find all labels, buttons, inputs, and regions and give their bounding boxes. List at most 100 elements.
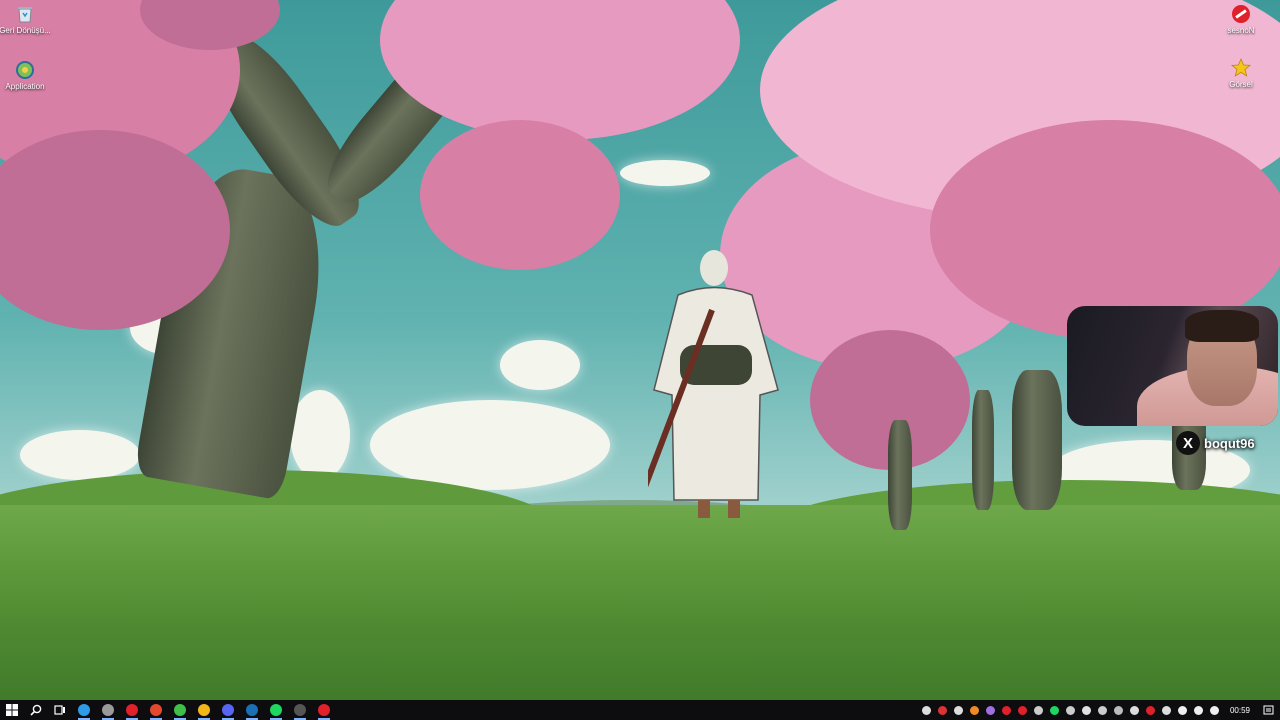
shield-icon — [938, 705, 948, 715]
app-tray-icon-4-tray-button[interactable] — [1128, 703, 1142, 717]
samurai-figure — [648, 250, 779, 518]
wallpaper-meadow — [0, 505, 1280, 700]
steam-tray-icon — [1098, 705, 1108, 715]
red-tray-tray-button[interactable] — [1144, 703, 1158, 717]
notification-button[interactable] — [1258, 700, 1278, 720]
webcam-hair — [1185, 310, 1259, 342]
application-icon — [16, 61, 34, 79]
red-tray-icon — [1146, 705, 1156, 715]
desktop-icon-recycle-bin[interactable]: Geri Dönüşü... — [0, 4, 51, 35]
app-button-4[interactable] — [288, 700, 312, 720]
red-icon — [1002, 705, 1012, 715]
desktop-icon-gorsel[interactable]: Görsel — [1215, 58, 1267, 89]
headset-icon — [922, 705, 932, 715]
webcam-overlay — [1067, 306, 1278, 426]
wallpaper-cloud — [20, 430, 140, 480]
no-sign-icon — [1232, 5, 1250, 23]
mic-icon — [1178, 705, 1188, 715]
circle-icon — [102, 704, 114, 716]
search-button[interactable] — [24, 700, 48, 720]
desktop-icon-label: Application — [5, 82, 45, 91]
green-app-icon — [174, 704, 186, 716]
copy-tray-button[interactable] — [1160, 703, 1174, 717]
app-button-2[interactable] — [144, 700, 168, 720]
taskbar-pinned-apps — [0, 700, 72, 720]
wallpaper-cloud — [370, 400, 610, 490]
discord-button[interactable] — [216, 700, 240, 720]
taskbar-app-list — [72, 700, 336, 720]
app-button-1[interactable] — [96, 700, 120, 720]
red-square-icon — [1018, 705, 1028, 715]
opera-button[interactable] — [120, 700, 144, 720]
spotify-tray-tray-button[interactable] — [1048, 703, 1062, 717]
tray-icons — [920, 703, 1222, 717]
app-tray-icon-3 — [1114, 705, 1124, 715]
notification-icon — [1263, 705, 1273, 714]
app-button-3[interactable] — [168, 700, 192, 720]
app-tray-icon — [1066, 705, 1076, 715]
chrome-button[interactable] — [192, 700, 216, 720]
taskbar-clock[interactable]: 00:59 — [1224, 706, 1256, 715]
gamepad-icon — [1034, 705, 1044, 715]
search-icon — [30, 704, 42, 716]
volume-tray-button[interactable] — [1208, 703, 1222, 717]
wallpaper-cloud — [290, 390, 350, 480]
red-square-tray-button[interactable] — [1016, 703, 1030, 717]
opera-icon — [126, 704, 138, 716]
edge-button[interactable] — [72, 700, 96, 720]
app-tray-icon-4 — [1130, 705, 1140, 715]
pen-tray-button[interactable] — [984, 703, 998, 717]
desktop-icon-label: Geri Dönüşü... — [0, 26, 51, 35]
cherry-blossom — [420, 120, 620, 270]
pen-icon — [986, 705, 996, 715]
desktop-icon-sesnon[interactable]: sesnoN — [1215, 4, 1267, 35]
start-button[interactable] — [0, 700, 24, 720]
red-tray-button[interactable] — [1000, 703, 1014, 717]
recycle-bin-icon — [18, 7, 32, 23]
wallpaper-cloud — [620, 160, 710, 186]
arrows-icon — [954, 705, 964, 715]
network-tray-button[interactable] — [1192, 703, 1206, 717]
system-tray: 00:59 — [920, 700, 1280, 720]
shield-tray-button[interactable] — [936, 703, 950, 717]
app-button-5[interactable] — [312, 700, 336, 720]
desktop-icon-label: Görsel — [1229, 80, 1253, 89]
headset-tray-button[interactable] — [920, 703, 934, 717]
network-icon — [1194, 705, 1204, 715]
edge-icon — [78, 704, 90, 716]
desktop-icon-label: sesnoN — [1227, 26, 1255, 35]
taskbar: 00:59 — [0, 700, 1280, 720]
chrome-icon — [198, 704, 210, 716]
cloud-icon — [970, 705, 980, 715]
volume-icon — [1210, 705, 1220, 715]
cloud-tray-button[interactable] — [968, 703, 982, 717]
discord-icon — [222, 704, 234, 716]
task-view-button[interactable] — [48, 700, 72, 720]
desktop-icon-application[interactable]: Application — [0, 60, 51, 91]
spotify-button[interactable] — [264, 700, 288, 720]
x-logo-icon: X — [1176, 431, 1200, 455]
steam-button[interactable] — [240, 700, 264, 720]
arrows-tray-button[interactable] — [952, 703, 966, 717]
windows-logo-icon — [6, 704, 18, 716]
star-icon — [1231, 58, 1251, 77]
app-tray-icon-2 — [1082, 705, 1092, 715]
gamepad-tray-button[interactable] — [1032, 703, 1046, 717]
copy-icon — [1162, 705, 1172, 715]
steam-icon — [246, 704, 258, 716]
steam-tray-tray-button[interactable] — [1096, 703, 1110, 717]
app-tray-icon-3-tray-button[interactable] — [1112, 703, 1126, 717]
dark-app-icon — [294, 704, 306, 716]
wallpaper-cloud — [500, 340, 580, 390]
mic-tray-button[interactable] — [1176, 703, 1190, 717]
tree-trunk — [1012, 370, 1062, 510]
app-tray-tray-button[interactable] — [1064, 703, 1078, 717]
spotify-icon — [270, 704, 282, 716]
record-icon — [318, 704, 330, 716]
social-handle-badge: X boqut96 — [1176, 430, 1255, 456]
tree-trunk — [972, 390, 994, 510]
task-view-icon — [54, 705, 65, 715]
social-handle: boqut96 — [1204, 435, 1255, 451]
spotify-tray-icon — [1050, 705, 1060, 715]
app-tray-icon-2-tray-button[interactable] — [1080, 703, 1094, 717]
